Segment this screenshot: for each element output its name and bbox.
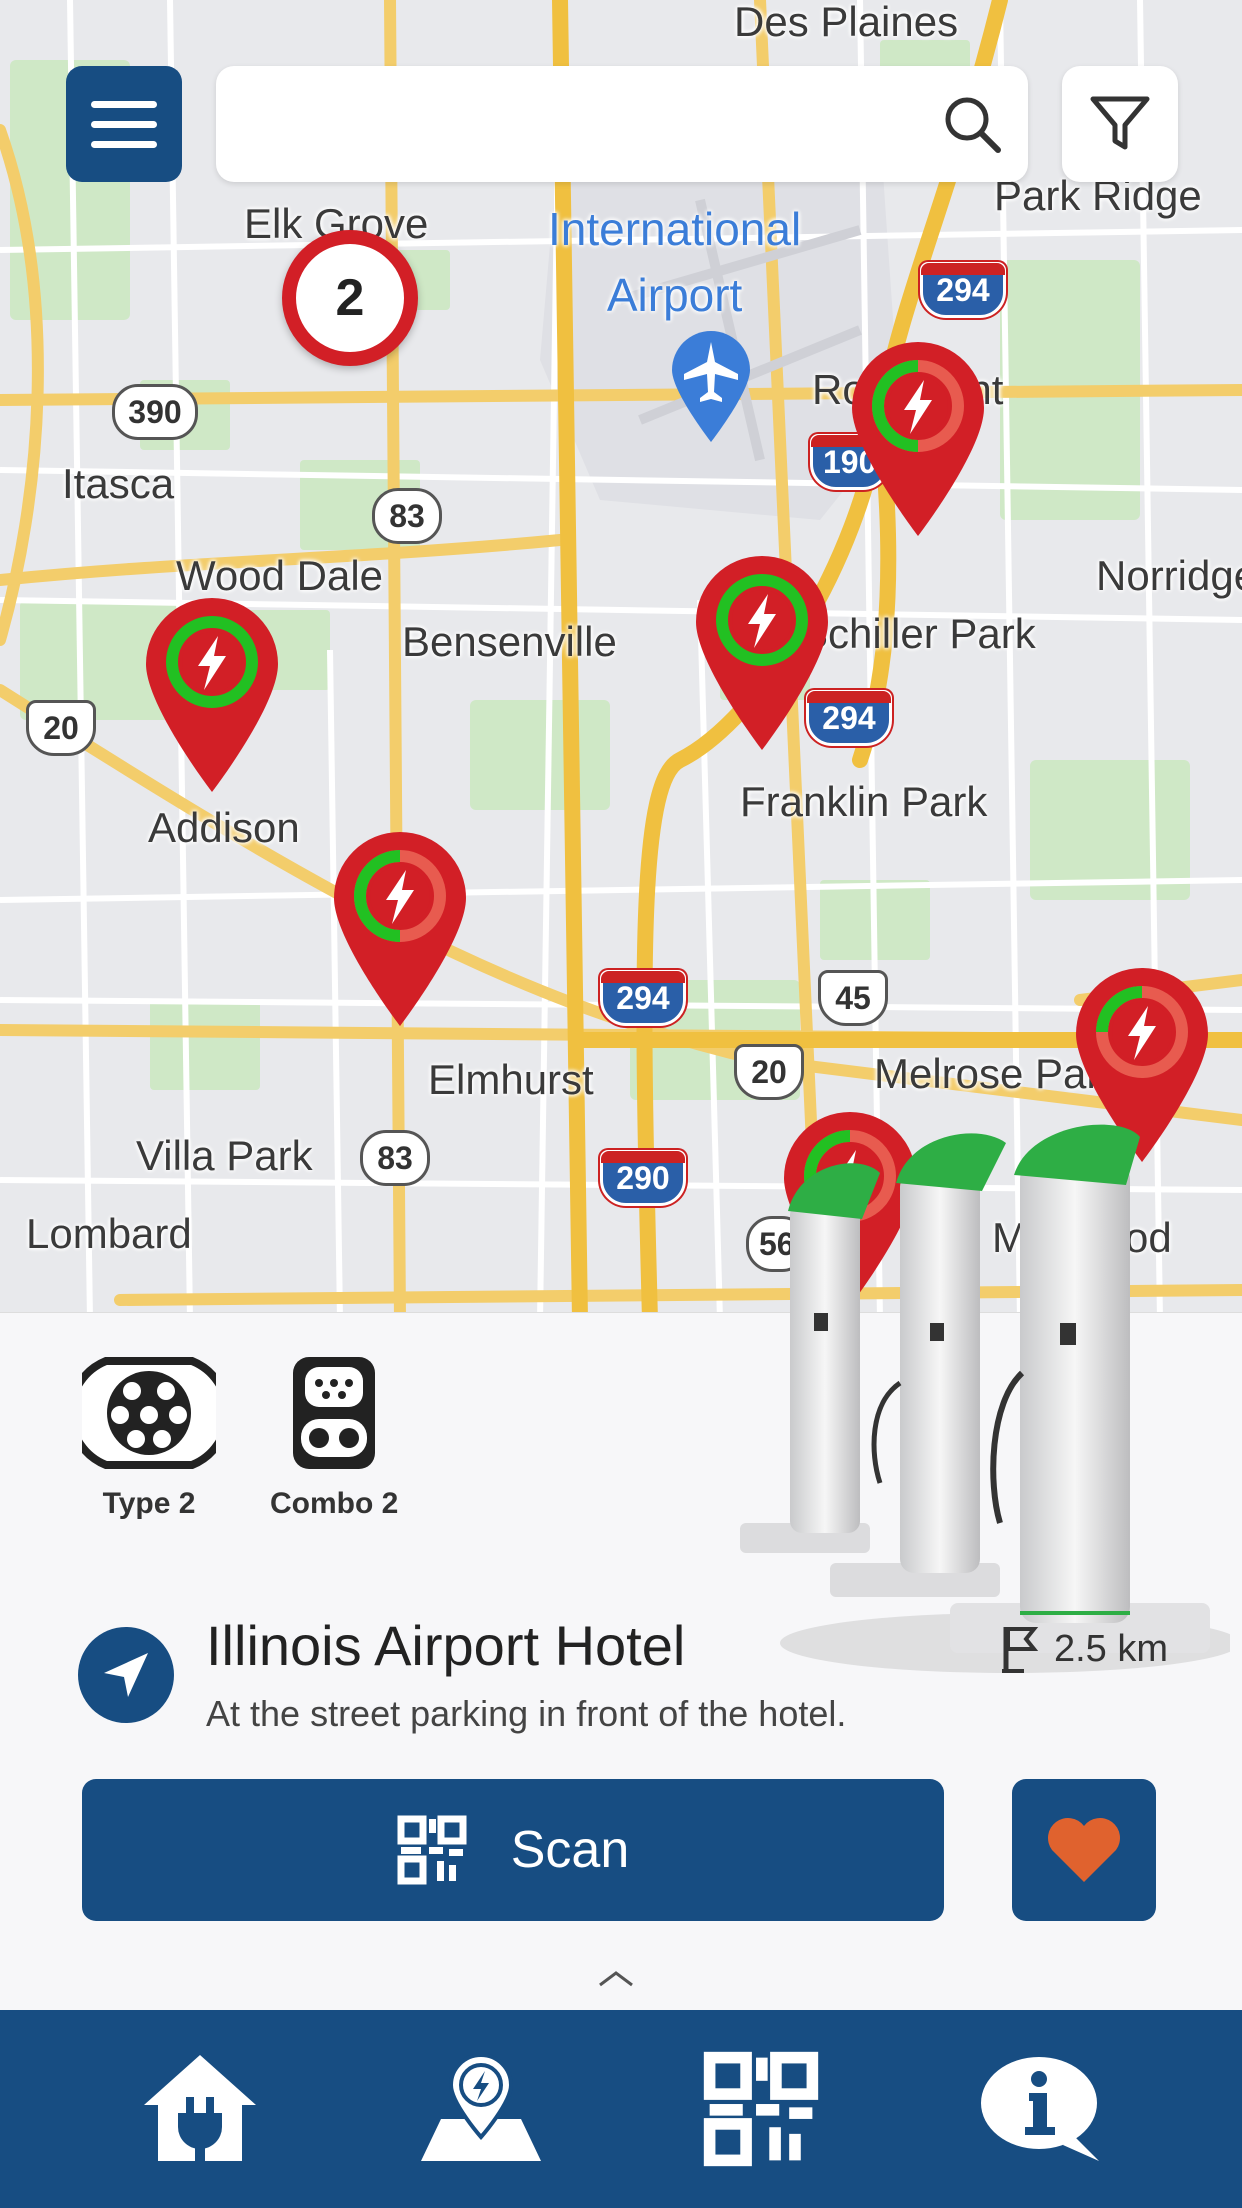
place-label: Franklin Park xyxy=(740,778,988,825)
bottom-navigation xyxy=(0,2010,1242,2208)
chevron-up-icon[interactable] xyxy=(596,1963,636,1993)
place-label: Des Plaines xyxy=(734,0,959,45)
connector-label: Type 2 xyxy=(102,1487,196,1520)
station-detail-sheet[interactable]: Type 2 Combo 2 Illinois Airport Hotel At… xyxy=(0,1124,1242,2012)
qr-code-icon xyxy=(397,1815,467,1885)
menu-icon-bar xyxy=(91,120,157,128)
type2-connector-icon xyxy=(82,1357,216,1469)
nav-scan[interactable] xyxy=(686,2034,836,2184)
menu-button[interactable] xyxy=(66,66,182,182)
qr-code-icon xyxy=(704,2051,819,2167)
map-charging-icon xyxy=(420,2053,541,2161)
filter-button[interactable] xyxy=(1062,66,1178,182)
distance-value: 2.5 km xyxy=(1053,1627,1168,1670)
station-info[interactable]: Illinois Airport Hotel At the street par… xyxy=(78,1613,1168,1743)
nav-map[interactable] xyxy=(406,2034,556,2184)
connector-type2[interactable]: Type 2 xyxy=(82,1353,216,1521)
charging-pin-icon xyxy=(852,342,984,536)
home-plug-icon xyxy=(144,2055,257,2161)
route-shield: 83 xyxy=(372,488,442,544)
route-shield: 390 xyxy=(112,384,198,440)
charging-station-pin[interactable] xyxy=(330,830,470,1030)
place-label: Villa Park xyxy=(136,1132,313,1179)
place-label: Bensenville xyxy=(402,618,617,665)
route-shield: 294 xyxy=(600,970,686,1026)
heart-icon xyxy=(1048,1818,1120,1882)
nav-info[interactable] xyxy=(967,2034,1117,2184)
charging-station-pin[interactable] xyxy=(848,340,988,540)
scan-button[interactable]: Scan xyxy=(82,1779,944,1921)
charging-pin-icon xyxy=(146,598,278,792)
airport-label-line: Airport xyxy=(606,269,743,321)
route-shield: 83 xyxy=(360,1130,430,1186)
airport-marker-icon[interactable] xyxy=(668,328,754,444)
menu-icon-bar xyxy=(91,100,157,108)
place-label: Addison xyxy=(148,804,300,851)
menu-icon-bar xyxy=(91,140,157,148)
distance-indicator: 2.5 km xyxy=(1000,1623,1168,1675)
nav-home[interactable] xyxy=(125,2034,275,2184)
airport-label: International Airport xyxy=(548,196,801,328)
flag-icon xyxy=(1001,1627,1039,1673)
charging-station-pin[interactable] xyxy=(692,554,832,754)
connector-label: Combo 2 xyxy=(270,1487,399,1520)
route-shield: 45 xyxy=(818,970,888,1026)
airport-label-line: International xyxy=(548,203,802,255)
charging-pin-icon xyxy=(334,832,466,1026)
route-shield: 20 xyxy=(26,700,96,756)
charger-illustration xyxy=(740,1124,1230,1673)
station-cluster-marker[interactable]: 2 xyxy=(282,230,418,366)
place-label: Schiller Park xyxy=(800,610,1036,657)
navigate-button[interactable] xyxy=(78,1627,174,1723)
navigation-arrow-icon xyxy=(104,1653,148,1697)
combo2-connector-icon xyxy=(293,1357,376,1469)
place-label: Norridge xyxy=(1096,552,1242,599)
scan-label: Scan xyxy=(510,1821,630,1879)
route-shield: 20 xyxy=(734,1044,804,1100)
charging-station-pin[interactable] xyxy=(142,596,282,796)
place-label: Itasca xyxy=(62,460,175,507)
station-name: Illinois Airport Hotel xyxy=(206,1614,686,1677)
charging-pin-icon xyxy=(696,556,828,750)
route-shield: 290 xyxy=(600,1150,686,1206)
info-chat-icon xyxy=(980,2057,1099,2161)
filter-icon xyxy=(1090,96,1150,150)
search-input[interactable] xyxy=(240,86,900,162)
station-description: At the street parking in front of the ho… xyxy=(206,1693,847,1734)
route-shield: 294 xyxy=(920,262,1006,318)
map-view[interactable]: Des Plaines Park Ridge Elk Grove Itasca … xyxy=(0,0,1242,1320)
place-label: Wood Dale xyxy=(176,552,384,599)
search-icon[interactable] xyxy=(940,92,1004,156)
connector-combo2[interactable]: Combo 2 xyxy=(270,1353,398,1521)
favorite-button[interactable] xyxy=(1012,1779,1156,1921)
place-label: Elmhurst xyxy=(428,1056,594,1103)
place-label: Lombard xyxy=(26,1210,192,1257)
search-bar[interactable] xyxy=(216,66,1028,182)
